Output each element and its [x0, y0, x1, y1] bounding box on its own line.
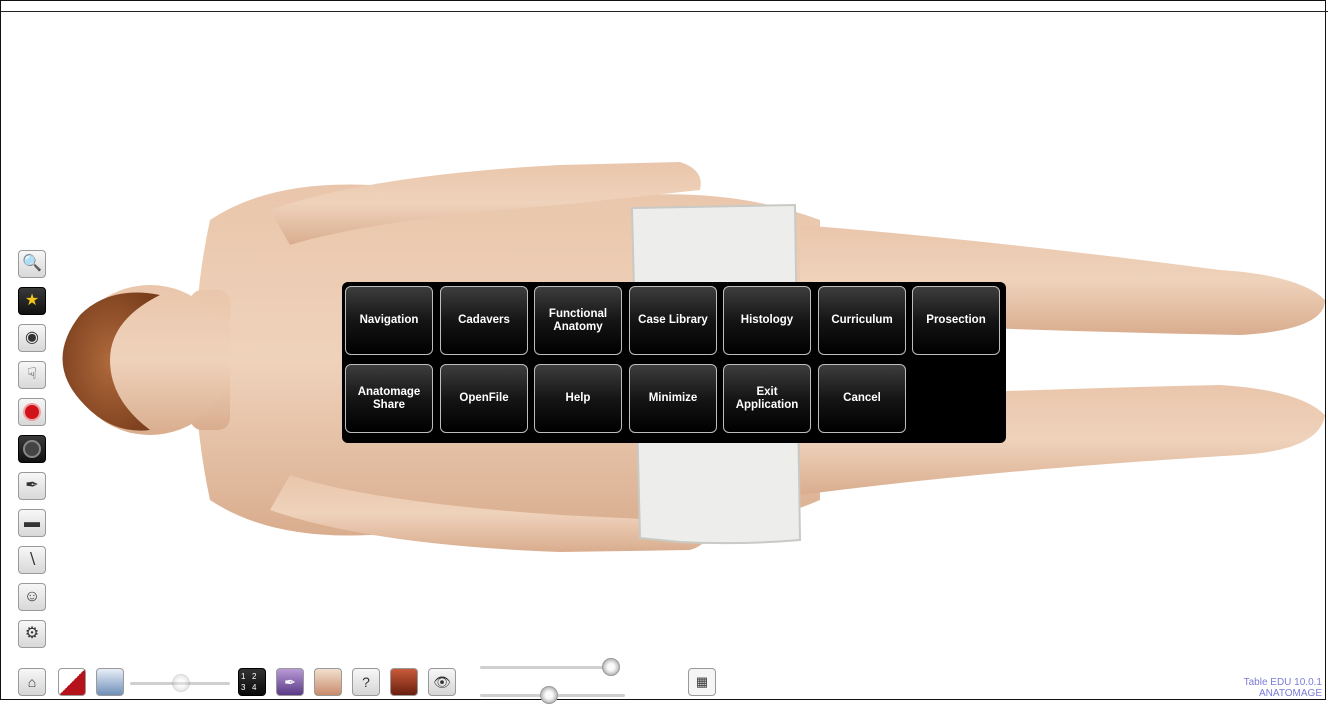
tissue-icon[interactable] — [390, 668, 418, 696]
record-icon[interactable] — [18, 398, 46, 426]
anatomage-share-button[interactable]: Anatomage Share — [345, 364, 433, 433]
help-figure-icon[interactable]: ? — [352, 668, 380, 696]
camera-lens-icon[interactable] — [18, 435, 46, 463]
ruler-icon[interactable]: ▬ — [18, 509, 46, 537]
open-file-button[interactable]: OpenFile — [440, 364, 528, 433]
organ-icon[interactable] — [314, 668, 342, 696]
histology-button[interactable]: Histology — [723, 286, 811, 355]
version-info: Table EDU 10.0.1 ANATOMAGE — [1244, 677, 1322, 699]
grid-menu-icon[interactable]: ▦ — [688, 668, 716, 696]
opacity-slider-knob[interactable] — [172, 674, 190, 692]
hand-pointer-icon[interactable]: ☟ — [18, 361, 46, 389]
scalpel-icon[interactable]: ✒ — [18, 472, 46, 500]
curriculum-button[interactable]: Curriculum — [818, 286, 906, 355]
settings-gear-icon[interactable]: ⚙ — [18, 620, 46, 648]
brand-label: ANATOMAGE — [1259, 688, 1322, 699]
zoom-slider-knob[interactable] — [602, 658, 620, 676]
quad-label-2: 2 — [252, 672, 257, 681]
zoom-slider-track[interactable] — [480, 666, 620, 669]
version-label: Table EDU 10.0.1 — [1243, 677, 1322, 688]
quad-view-icon[interactable]: 1 2 3 4 — [238, 668, 266, 696]
quad-label-1: 1 — [241, 672, 246, 681]
annotation-icon[interactable]: ✒ — [276, 668, 304, 696]
bottom-toolbar: ⌂ 1 2 3 4 ✒ ? 👁 ▦ — [18, 658, 1318, 704]
home-icon[interactable]: ⌂ — [18, 668, 46, 696]
magnifier-icon[interactable]: 🔍 — [18, 250, 46, 278]
cancel-button[interactable]: Cancel — [818, 364, 906, 433]
cadavers-button[interactable]: Cadavers — [440, 286, 528, 355]
clip-slider-knob[interactable] — [540, 686, 558, 704]
top-border — [0, 11, 1328, 12]
minimize-button[interactable]: Minimize — [629, 364, 717, 433]
needle-icon[interactable]: ∖ — [18, 546, 46, 574]
star-icon[interactable]: ★ — [18, 287, 46, 315]
compare-faces-icon[interactable]: ☺ — [18, 583, 46, 611]
main-menu-panel: Navigation Cadavers Functional Anatomy C… — [342, 282, 1006, 443]
case-library-button[interactable]: Case Library — [629, 286, 717, 355]
layers-icon[interactable] — [96, 668, 124, 696]
navigation-button[interactable]: Navigation — [345, 286, 433, 355]
functional-anatomy-button[interactable]: Functional Anatomy — [534, 286, 622, 355]
face-view-icon[interactable]: ◉ — [18, 324, 46, 352]
cut-plane-icon[interactable] — [58, 668, 86, 696]
quad-label-4: 4 — [252, 683, 257, 692]
exit-application-button[interactable]: Exit Application — [723, 364, 811, 433]
left-toolbar: 🔍 ★ ◉ ☟ ✒ ▬ ∖ ☺ ⚙ — [18, 250, 50, 657]
eye-icon[interactable]: 👁 — [428, 668, 456, 696]
prosection-button[interactable]: Prosection — [912, 286, 1000, 355]
quad-label-3: 3 — [241, 683, 246, 692]
help-button[interactable]: Help — [534, 364, 622, 433]
